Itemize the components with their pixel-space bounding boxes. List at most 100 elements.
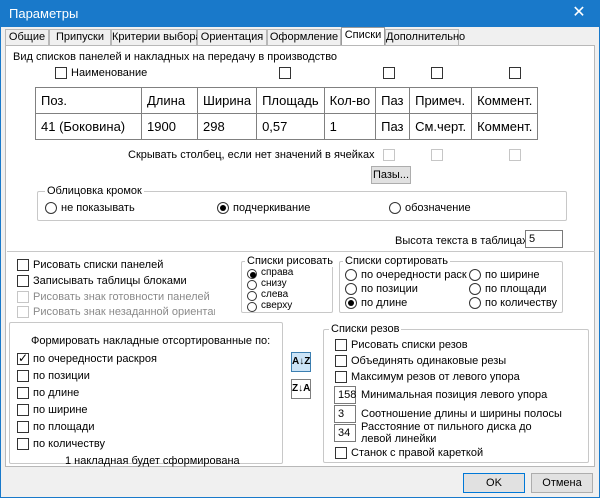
max-cuts-checkbox[interactable] bbox=[335, 371, 347, 383]
sort-descending-icon[interactable]: Z↓A bbox=[291, 379, 311, 399]
note-column-checkbox[interactable] bbox=[431, 67, 443, 79]
data-cell: 1900 bbox=[141, 113, 198, 140]
data-cell: Паз bbox=[375, 113, 411, 140]
draw-cut-lists-label: Рисовать списки резов bbox=[351, 339, 468, 351]
edge-option-none-label: не показывать bbox=[61, 202, 135, 214]
edge-option-symbol-radio[interactable] bbox=[389, 202, 401, 214]
draw-cut-lists-checkbox[interactable] bbox=[335, 339, 347, 351]
ok-button[interactable]: OK bbox=[463, 473, 525, 493]
saw-distance-input[interactable]: 34 bbox=[334, 424, 356, 442]
edge-option-underline-label: подчеркивание bbox=[233, 202, 311, 214]
grooves-button[interactable]: Пазы... bbox=[371, 166, 411, 184]
tab-general[interactable]: Общие bbox=[5, 29, 49, 46]
tab-formatting[interactable]: Оформление bbox=[267, 29, 341, 46]
draw-left-radio[interactable] bbox=[247, 291, 257, 301]
groove-column-checkbox[interactable] bbox=[383, 67, 395, 79]
name-checkbox[interactable] bbox=[55, 67, 67, 79]
hide-note-checkbox[interactable] bbox=[431, 149, 443, 161]
edge-option-none-radio[interactable] bbox=[45, 202, 57, 214]
invoice-length-checkbox[interactable] bbox=[17, 387, 29, 399]
header-cell: Примеч. bbox=[409, 87, 473, 114]
sort-area-radio[interactable] bbox=[469, 283, 481, 295]
preview-data-row: 41 (Боковина) 1900 298 0,57 1 Паз См.чер… bbox=[35, 113, 539, 140]
close-icon[interactable]: ✕ bbox=[559, 1, 599, 27]
draw-panel-lists-label: Рисовать списки панелей bbox=[33, 259, 164, 271]
invoice-area-label: по площади bbox=[33, 421, 95, 433]
saw-distance-label: Расстояние от пильного диска до левой ли… bbox=[361, 421, 532, 445]
merge-cuts-checkbox[interactable] bbox=[335, 355, 347, 367]
draw-panel-lists-checkbox[interactable] bbox=[17, 259, 29, 271]
ready-mark-checkbox[interactable] bbox=[17, 291, 29, 303]
area-column-checkbox[interactable] bbox=[279, 67, 291, 79]
sort-width-radio[interactable] bbox=[469, 269, 481, 281]
preview-header-row: Поз. Длина Ширина Площадь Кол-во Паз При… bbox=[35, 87, 539, 114]
sort-cut-order-radio[interactable] bbox=[345, 269, 357, 281]
max-cuts-label: Максимум резов от левого упора bbox=[351, 371, 520, 383]
tab-lists[interactable]: Списки bbox=[341, 27, 385, 47]
draw-top-radio[interactable] bbox=[247, 302, 257, 312]
sort-ascending-icon[interactable]: A↓Z bbox=[291, 352, 311, 372]
sort-position-label: по позиции bbox=[361, 283, 418, 295]
hide-column-label: Скрывать столбец, если нет значений в яч… bbox=[128, 149, 375, 161]
draw-bottom-radio[interactable] bbox=[247, 280, 257, 290]
name-checkbox-label: Наименование bbox=[71, 67, 148, 79]
invoice-position-checkbox[interactable] bbox=[17, 370, 29, 382]
title-bar: Параметры ✕ bbox=[1, 1, 599, 27]
tab-orientation[interactable]: Ориентация bbox=[197, 29, 267, 46]
invoice-quantity-label: по количеству bbox=[33, 438, 105, 450]
sort-cut-order-label: по очередности раскроя bbox=[361, 269, 467, 281]
list-view-title: Вид списков панелей и накладных на перед… bbox=[13, 51, 338, 63]
write-tables-blocks-checkbox[interactable] bbox=[17, 275, 29, 287]
sort-quantity-radio[interactable] bbox=[469, 297, 481, 309]
sort-area-label: по площади bbox=[485, 283, 547, 295]
invoice-quantity-checkbox[interactable] bbox=[17, 438, 29, 450]
text-height-input[interactable]: 5 bbox=[525, 230, 563, 248]
header-cell: Площадь bbox=[256, 87, 325, 114]
tab-allowances[interactable]: Припуски bbox=[49, 29, 111, 46]
draw-top-label: сверху bbox=[261, 300, 293, 311]
separator bbox=[7, 251, 595, 252]
cut-lists-title: Списки резов bbox=[329, 323, 402, 335]
header-cell: Длина bbox=[141, 87, 198, 114]
draw-right-label: справа bbox=[261, 267, 294, 278]
header-cell: Поз. bbox=[35, 87, 142, 114]
data-cell: 298 bbox=[196, 113, 258, 140]
draw-right-radio[interactable] bbox=[247, 269, 257, 279]
header-cell: Ширина bbox=[196, 87, 258, 114]
right-carriage-label: Станок с правой кареткой bbox=[351, 447, 484, 459]
edge-option-underline-radio[interactable] bbox=[217, 202, 229, 214]
unset-orientation-checkbox[interactable] bbox=[17, 306, 29, 318]
header-cell: Паз bbox=[375, 87, 411, 114]
data-cell: 41 (Боковина) bbox=[35, 113, 142, 140]
draw-lists-title: Списки рисовать bbox=[245, 255, 335, 267]
invoice-cut-order-checkbox[interactable] bbox=[17, 351, 29, 365]
hide-groove-checkbox[interactable] bbox=[383, 149, 395, 161]
sort-lists-title: Списки сортировать bbox=[343, 255, 450, 267]
invoice-area-checkbox[interactable] bbox=[17, 421, 29, 433]
cancel-button[interactable]: Отмена bbox=[531, 473, 593, 493]
min-left-stop-label: Минимальная позиция левого упора bbox=[361, 389, 548, 401]
strip-ratio-input[interactable]: 3 bbox=[334, 405, 356, 423]
tab-selection-criteria[interactable]: Критерии выбора bbox=[111, 29, 202, 46]
sort-quantity-label: по количеству bbox=[485, 297, 557, 309]
min-left-stop-input[interactable]: 158 bbox=[334, 386, 356, 404]
comment-column-checkbox[interactable] bbox=[509, 67, 521, 79]
edge-option-symbol-label: обозначение bbox=[405, 202, 471, 214]
edge-banding-title: Облицовка кромок bbox=[45, 185, 144, 197]
text-height-label: Высота текста в таблицах bbox=[395, 235, 528, 247]
invoice-width-checkbox[interactable] bbox=[17, 404, 29, 416]
sort-length-label: по длине bbox=[361, 297, 408, 309]
invoice-count-text: 1 накладная будет сформирована bbox=[65, 455, 240, 467]
invoice-length-label: по длине bbox=[33, 387, 80, 399]
draw-left-label: слева bbox=[261, 289, 289, 300]
list-preview-table: Поз. Длина Ширина Площадь Кол-во Паз При… bbox=[35, 87, 539, 140]
tab-additional[interactable]: Дополнительно bbox=[385, 29, 465, 46]
sort-position-radio[interactable] bbox=[345, 283, 357, 295]
right-carriage-checkbox[interactable] bbox=[335, 447, 347, 459]
sort-width-label: по ширине bbox=[485, 269, 540, 281]
hide-comment-checkbox[interactable] bbox=[509, 149, 521, 161]
header-cell: Кол-во bbox=[323, 87, 377, 114]
sort-length-radio[interactable] bbox=[345, 297, 357, 309]
parameters-dialog: Параметры ✕ Общие Припуски Критерии выбо… bbox=[0, 0, 600, 498]
invoices-title: Формировать накладные отсортированные по… bbox=[31, 335, 271, 347]
